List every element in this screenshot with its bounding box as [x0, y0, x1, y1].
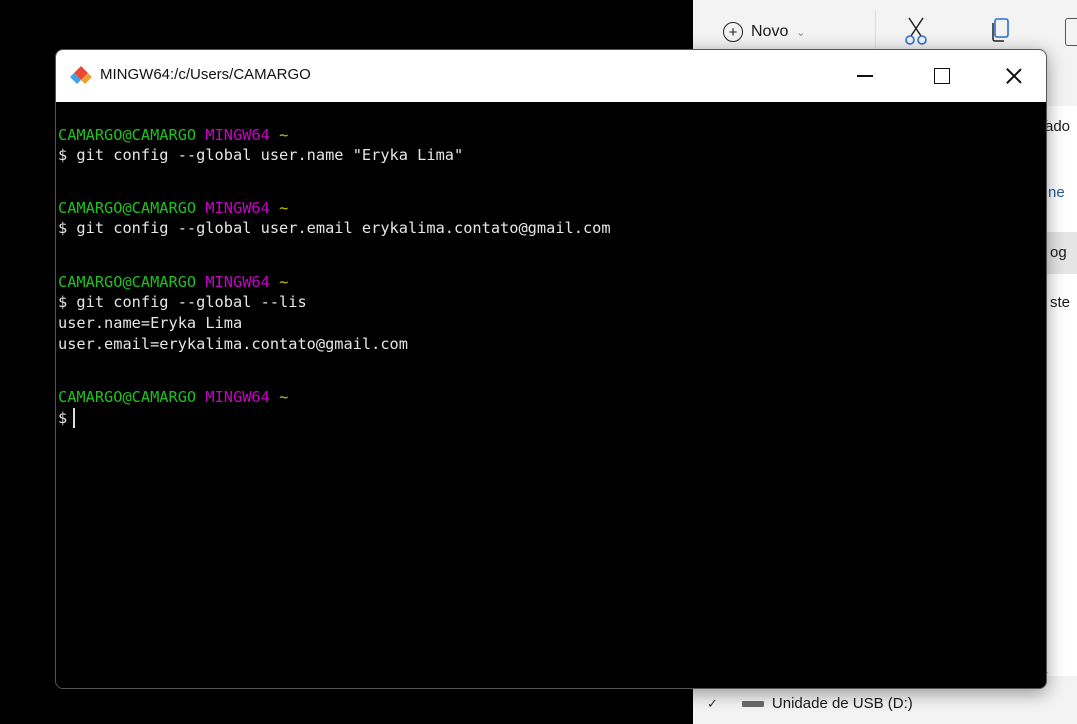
title-bar[interactable]: MINGW64:/c/Users/CAMARGO: [56, 50, 1046, 102]
toolbar-divider: [875, 10, 876, 50]
prompt-line: CAMARGO@CAMARGO MINGW64 ~: [58, 126, 289, 144]
maximize-button[interactable]: [909, 50, 975, 102]
command-line: $ git config --global user.name "Eryka L…: [58, 146, 464, 164]
chevron-down-icon: ⌄: [796, 26, 806, 39]
minimize-icon: [857, 75, 873, 77]
git-bash-icon: [70, 66, 92, 84]
cut-icon[interactable]: [903, 16, 929, 46]
usb-drive-item[interactable]: ✓ Unidade de USB (D:): [693, 683, 1077, 724]
command-line: $ git config --global --lis: [58, 293, 307, 311]
partial-text[interactable]: ste: [1050, 294, 1070, 311]
command-line: $ git config --global user.email erykali…: [58, 219, 611, 237]
partial-text: ado: [1045, 118, 1071, 135]
usb-drive-icon: [741, 700, 764, 707]
output-line: user.email=erykalima.contato@gmail.com: [58, 335, 408, 353]
text-cursor: [73, 408, 76, 428]
close-icon: [1005, 67, 1023, 85]
prompt-line: CAMARGO@CAMARGO MINGW64 ~: [58, 273, 289, 291]
new-button-label: Novo: [751, 23, 789, 40]
window-title: MINGW64:/c/Users/CAMARGO: [100, 66, 311, 83]
close-button[interactable]: [981, 50, 1046, 102]
prompt-line: CAMARGO@CAMARGO MINGW64 ~: [58, 388, 289, 406]
prompt-line: CAMARGO@CAMARGO MINGW64 ~: [58, 199, 289, 217]
new-button[interactable]: + Novo ⌄: [723, 18, 806, 46]
usb-drive-label: Unidade de USB (D:): [771, 695, 913, 712]
partial-text[interactable]: ne: [1048, 184, 1065, 201]
maximize-icon: [934, 68, 950, 84]
plus-icon: +: [723, 22, 743, 42]
paste-icon[interactable]: [1065, 18, 1077, 46]
input-line[interactable]: $: [58, 408, 76, 428]
output-line: user.name=Eryka Lima: [58, 314, 243, 332]
terminal-output[interactable]: CAMARGO@CAMARGO MINGW64 ~ $ git config -…: [58, 102, 1044, 688]
terminal-window: MINGW64:/c/Users/CAMARGO CAMARGO@CAMARGO…: [55, 49, 1047, 689]
minimize-button[interactable]: [832, 50, 898, 102]
chevron-down-icon[interactable]: ✓: [707, 696, 718, 712]
partial-text[interactable]: og: [1050, 244, 1067, 261]
copy-icon[interactable]: [990, 17, 1010, 43]
